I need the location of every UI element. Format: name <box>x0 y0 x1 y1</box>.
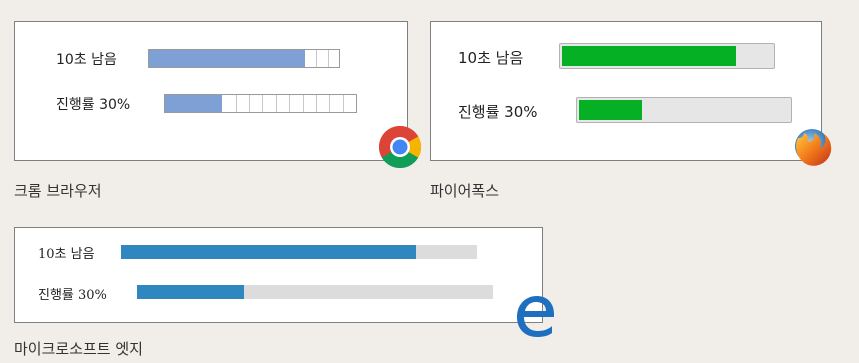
chrome-percent-progress-fill <box>165 95 222 112</box>
chrome-percent-label: 진행률 30% <box>56 97 131 113</box>
progress-segment-divider <box>289 95 290 112</box>
firefox-time-progress-bar <box>559 43 775 69</box>
firefox-time-progress-fill <box>562 46 736 66</box>
firefox-percent-progress-fill <box>579 100 642 120</box>
chrome-caption: 크롬 브라우저 <box>14 182 102 200</box>
progress-segment-divider <box>236 95 237 112</box>
firefox-logo-icon <box>795 129 832 166</box>
edge-time-progress-fill <box>121 245 416 259</box>
progress-segment-divider <box>276 95 277 112</box>
edge-logo-icon <box>517 296 554 337</box>
progress-segment-divider <box>249 95 250 112</box>
edge-time-progress-bar <box>121 245 477 259</box>
chrome-time-progress-bar <box>148 49 340 68</box>
firefox-panel: 10초 남음 진행률 30% <box>430 21 822 161</box>
firefox-caption: 파이어폭스 <box>430 182 500 200</box>
edge-percent-progress-fill <box>137 285 244 299</box>
progress-segment-divider <box>328 50 329 67</box>
chrome-time-progress-fill <box>149 50 305 67</box>
chrome-logo-icon <box>378 125 422 169</box>
edge-time-remaining-label: 10초 남음 <box>38 247 95 262</box>
edge-percent-label: 진행률 30% <box>38 288 107 303</box>
chrome-time-remaining-label: 10초 남음 <box>56 52 117 68</box>
edge-caption: 마이크로소프트 엣지 <box>14 340 143 358</box>
chrome-percent-progress-bar <box>164 94 357 113</box>
progress-segment-divider <box>303 95 304 112</box>
chrome-panel: 10초 남음 진행률 30% <box>14 21 408 161</box>
progress-segment-divider <box>262 95 263 112</box>
edge-percent-progress-bar <box>137 285 493 299</box>
firefox-percent-label: 진행률 30% <box>458 103 538 121</box>
progress-segment-divider <box>316 95 317 112</box>
progress-segment-divider <box>343 95 344 112</box>
firefox-percent-progress-bar <box>576 97 792 123</box>
progress-segment-divider <box>316 50 317 67</box>
firefox-time-remaining-label: 10초 남음 <box>458 49 524 67</box>
edge-panel: 10초 남음 진행률 30% <box>14 227 543 323</box>
progress-segment-divider <box>329 95 330 112</box>
